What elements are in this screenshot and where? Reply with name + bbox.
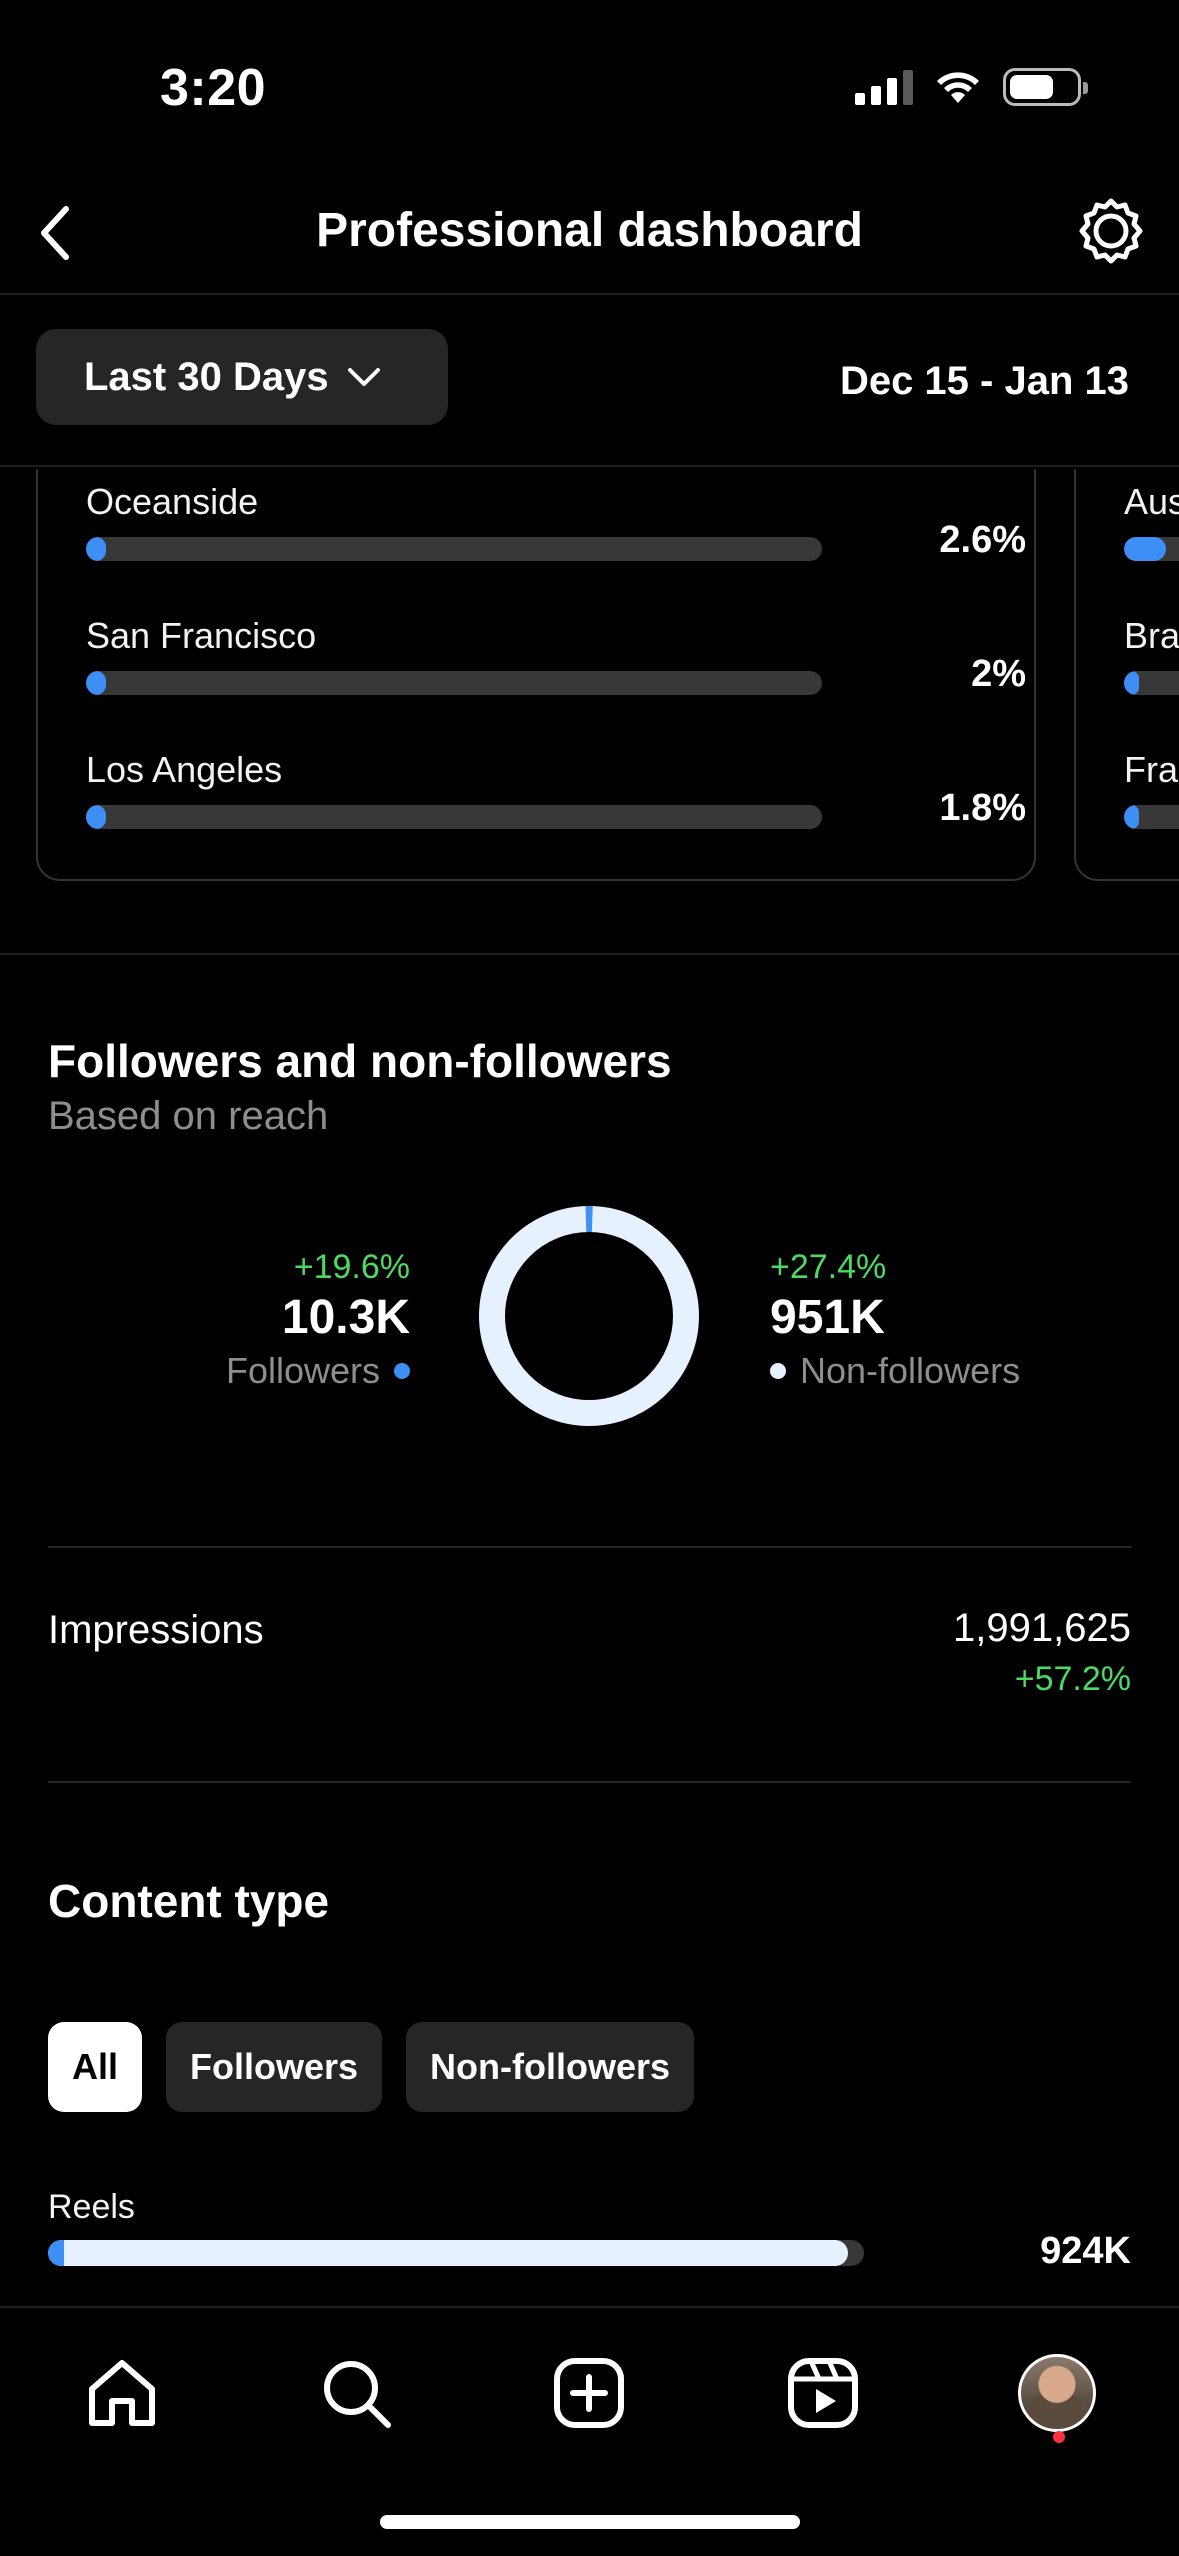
wifi-icon [937,72,979,103]
city-value: 2.6% [939,519,1026,561]
nav-header: Professional dashboard [0,175,1179,295]
followers-dot-icon [394,1363,410,1379]
impressions-label: Impressions [48,1608,264,1652]
chip-all[interactable]: All [48,2022,143,2112]
impressions-change: +57.2% [1014,1660,1131,1698]
non-followers-legend-label: Non-followers [800,1350,1021,1391]
country-row: Fra [1124,749,1179,869]
home-indicator[interactable] [380,2515,800,2529]
followers-legend: Followers [150,1347,410,1395]
chip-non-followers[interactable]: Non-followers [406,2022,695,2112]
followers-change: +19.6% [293,1248,410,1286]
section-divider [0,953,1179,955]
tab-reels[interactable] [778,2348,868,2438]
country-bar-track [1124,537,1179,561]
country-name: Fra [1124,749,1178,790]
tab-home[interactable] [77,2348,167,2438]
date-range-dropdown[interactable]: Last 30 Days [36,329,448,425]
city-row: Los Angeles 1.8% [86,749,1026,869]
reels-value: 924K [1040,2230,1131,2272]
reels-label: Reels [48,2188,135,2226]
country-bar-track [1124,805,1179,829]
donut-segment-non-followers [479,1206,699,1426]
followers-legend-label: Followers [225,1350,380,1391]
home-icon [89,2360,155,2426]
reels-bar-track [48,2240,864,2266]
battery-icon [1003,68,1088,106]
city-bar-fill [86,671,106,695]
settings-button[interactable] [1071,191,1151,271]
city-bar-fill [86,805,106,829]
chip-followers[interactable]: Followers [166,2022,383,2112]
page-title: Professional dashboard [316,204,863,257]
reels-icon [788,2358,858,2428]
reels-bar-fill [48,2240,848,2266]
country-name: Aus [1124,481,1179,522]
tab-create[interactable] [544,2348,634,2438]
city-value: 1.8% [939,787,1026,829]
city-name: San Francisco [86,615,317,656]
impressions-value: 1,991,625 [953,1606,1131,1650]
city-row: Oceanside 2.6% [86,481,1026,601]
status-icons [855,64,1088,110]
city-bar-fill [86,537,106,561]
tab-search[interactable] [311,2348,401,2438]
followers-section-subtitle: Based on reach [48,1094,329,1138]
followers-donut-chart [479,1206,699,1426]
chevron-down-icon [347,368,380,386]
city-bar-track [86,671,822,695]
profile-notification-dot [1053,2431,1065,2443]
date-range-dropdown-label: Last 30 Days [84,354,329,399]
avatar [1018,2354,1096,2432]
cellular-signal-icon [855,69,913,105]
top-locations-carousel[interactable]: Oceanside 2.6% San Francisco 2% Los Ange… [0,469,1179,954]
battery-level [1010,75,1054,99]
non-followers-value: 951K [770,1291,885,1344]
non-followers-stat: +27.4% 951K Non-followers [770,1245,1070,1395]
search-icon [324,2361,391,2428]
divider [48,1546,1131,1548]
top-countries-card: Aus Bra Fra [1074,469,1179,881]
country-row: Aus [1124,481,1179,601]
status-bar: 3:20 [0,0,1179,175]
gear-icon [1079,198,1143,264]
non-followers-change: +27.4% [770,1248,887,1286]
filter-row: Last 30 Days Dec 15 - Jan 13 [0,297,1179,467]
country-bar-track [1124,671,1179,695]
tab-profile[interactable] [1012,2348,1102,2438]
city-row: San Francisco 2% [86,615,1026,735]
city-bar-track [86,805,822,829]
city-name: Los Angeles [86,749,283,790]
top-cities-card: Oceanside 2.6% San Francisco 2% Los Ange… [36,469,1036,881]
reels-bar-followers-segment [48,2240,64,2266]
non-followers-legend: Non-followers [770,1347,1070,1395]
city-bar-track [86,537,822,561]
country-name: Bra [1124,615,1179,656]
country-bar-fill [1124,537,1166,561]
country-row: Bra [1124,615,1179,735]
followers-stat: +19.6% 10.3K Followers [150,1245,410,1395]
country-bar-fill [1124,671,1139,695]
date-range-text: Dec 15 - Jan 13 [839,359,1129,403]
create-icon [554,2358,624,2428]
followers-section-title: Followers and non-followers [48,1035,672,1087]
non-followers-dot-icon [770,1363,786,1379]
city-name: Oceanside [86,481,259,522]
country-bar-fill [1124,805,1139,829]
followers-value: 10.3K [281,1291,410,1344]
city-value: 2% [971,653,1026,695]
status-time: 3:20 [160,59,267,117]
content-type-filter-chips: All Followers Non-followers [48,2022,695,2112]
content-type-title: Content type [48,1875,330,1927]
divider [48,1781,1131,1783]
